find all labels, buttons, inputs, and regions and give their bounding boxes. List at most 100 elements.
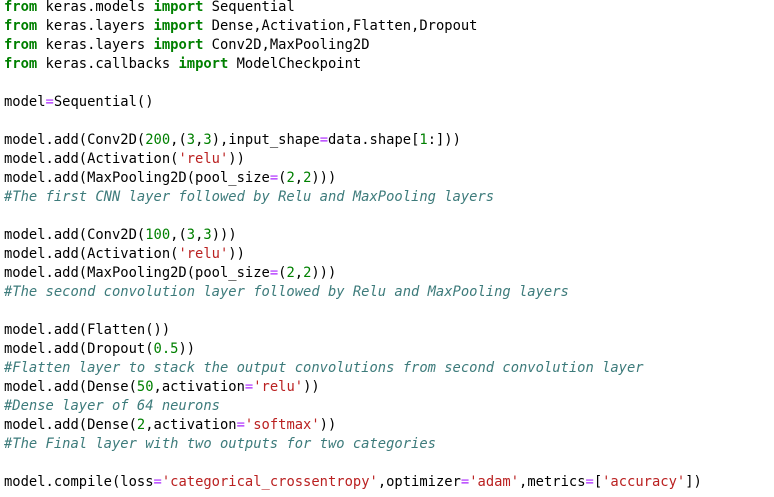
- code-text: model.add(Conv2D(: [4, 132, 146, 148]
- code-text: ModelCheckpoint: [228, 56, 362, 72]
- number-token: 2: [286, 265, 295, 281]
- string-token: 'relu': [178, 246, 229, 262]
- code-text: ,(: [170, 227, 187, 243]
- operator-token: =: [269, 170, 279, 186]
- code-text: )): [319, 417, 337, 433]
- number-token: 2: [136, 417, 146, 433]
- code-line: from keras.layers import Conv2D,MaxPooli…: [4, 36, 774, 55]
- operator-token: =: [244, 379, 254, 395]
- code-text: Dense,Activation,Flatten,Dropout: [203, 18, 478, 34]
- code-line: model.add(MaxPooling2D(pool_size=(2,2))): [4, 264, 774, 283]
- code-line: model.add(Dense(2,activation='softmax')): [4, 416, 774, 435]
- code-text: model.add(MaxPooling2D(pool_size: [4, 170, 270, 186]
- comment-text: #The first CNN layer followed by Relu an…: [4, 189, 495, 205]
- number-token: 1: [419, 132, 428, 148]
- operator-token: =: [585, 474, 594, 490]
- code-text: model.add(Dense(: [4, 379, 137, 395]
- code-line: model.add(Activation('relu')): [4, 245, 774, 264]
- code-text: [: [593, 474, 603, 490]
- number-token: 3: [203, 132, 212, 148]
- code-text: keras.callbacks: [37, 56, 179, 72]
- code-text: keras.layers: [37, 18, 154, 34]
- number-token: 3: [186, 227, 196, 243]
- operator-token: =: [45, 94, 54, 110]
- code-text: )): [228, 246, 245, 262]
- code-text: data.shape[: [328, 132, 420, 148]
- code-text: ),input_shape: [211, 132, 320, 148]
- code-line: from keras.layers import Dense,Activatio…: [4, 17, 774, 36]
- code-text: ,activation: [145, 417, 237, 433]
- number-token: 3: [203, 227, 212, 243]
- code-text: )): [228, 151, 245, 167]
- code-line: #The Final layer with two outputs for tw…: [4, 435, 774, 454]
- code-text: keras.layers: [37, 37, 154, 53]
- string-token: 'softmax': [244, 417, 320, 433]
- code-line: model.add(MaxPooling2D(pool_size=(2,2))): [4, 169, 774, 188]
- code-text: model.add(MaxPooling2D(pool_size: [4, 265, 270, 281]
- code-line: #Flatten layer to stack the output convo…: [4, 359, 774, 378]
- keyword-token: import: [153, 37, 204, 53]
- keyword-token: from: [4, 56, 38, 72]
- string-token: 'adam': [469, 474, 520, 490]
- number-token: 50: [136, 379, 154, 395]
- keyword-token: from: [4, 18, 38, 34]
- code-text: ,metrics: [519, 474, 586, 490]
- code-line: model.add(Activation('relu')): [4, 150, 774, 169]
- code-text: ))): [211, 227, 237, 243]
- string-token: 'relu': [253, 379, 304, 395]
- code-text: ,: [294, 265, 304, 281]
- operator-token: =: [269, 265, 279, 281]
- operator-token: =: [236, 417, 245, 433]
- keyword-token: import: [153, 0, 204, 15]
- code-line: #The second convolution layer followed b…: [4, 283, 774, 302]
- code-text: ,activation: [153, 379, 245, 395]
- code-text: :])): [427, 132, 461, 148]
- code-line: model.add(Conv2D(100,(3,3))): [4, 226, 774, 245]
- keyword-token: import: [153, 18, 204, 34]
- code-text: model.compile(loss: [4, 474, 154, 490]
- keyword-token: from: [4, 0, 38, 15]
- string-token: 'categorical_crossentropy': [161, 474, 378, 490]
- comment-text: #The second convolution layer followed b…: [4, 284, 569, 300]
- code-line: model.add(Dropout(0.5)): [4, 340, 774, 359]
- operator-token: =: [460, 474, 470, 490]
- number-token: 3: [186, 132, 196, 148]
- code-text: ))): [311, 265, 337, 281]
- number-token: 200: [145, 132, 171, 148]
- code-line: from keras.callbacks import ModelCheckpo…: [4, 55, 774, 74]
- code-line: model.compile(loss='categorical_crossent…: [4, 473, 774, 492]
- code-text: Sequential: [203, 0, 295, 15]
- code-line: model.add(Conv2D(200,(3,3),input_shape=d…: [4, 131, 774, 150]
- operator-token: =: [319, 132, 328, 148]
- code-text: Conv2D,MaxPooling2D: [203, 37, 370, 53]
- keyword-token: import: [178, 56, 229, 72]
- code-text: ,(: [170, 132, 187, 148]
- code-text: ,: [294, 170, 304, 186]
- code-text: model.add(Flatten()): [4, 322, 171, 338]
- code-text: model.add(Dense(: [4, 417, 137, 433]
- string-token: 'relu': [178, 151, 229, 167]
- comment-text: #The Final layer with two outputs for tw…: [4, 436, 436, 452]
- code-text: Sequential(): [53, 94, 154, 110]
- code-text: ))): [311, 170, 337, 186]
- comment-text: #Flatten layer to stack the output convo…: [4, 360, 644, 376]
- keyword-token: from: [4, 37, 38, 53]
- code-text: model.add(Conv2D(: [4, 227, 146, 243]
- code-line: #Dense layer of 64 neurons: [4, 397, 774, 416]
- code-text: )): [303, 379, 320, 395]
- code-text: model.add(Dropout(: [4, 341, 154, 357]
- operator-token: =: [153, 474, 162, 490]
- code-text: model.add(Activation(: [4, 246, 179, 262]
- number-token: 0.5: [153, 341, 179, 357]
- code-line: model=Sequential(): [4, 93, 774, 112]
- code-text: model: [4, 94, 46, 110]
- number-token: 100: [145, 227, 171, 243]
- code-cell[interactable]: from keras.models import Sequential from …: [0, 0, 774, 495]
- code-text: model.add(Activation(: [4, 151, 179, 167]
- code-line: from keras.models import Sequential: [4, 0, 774, 17]
